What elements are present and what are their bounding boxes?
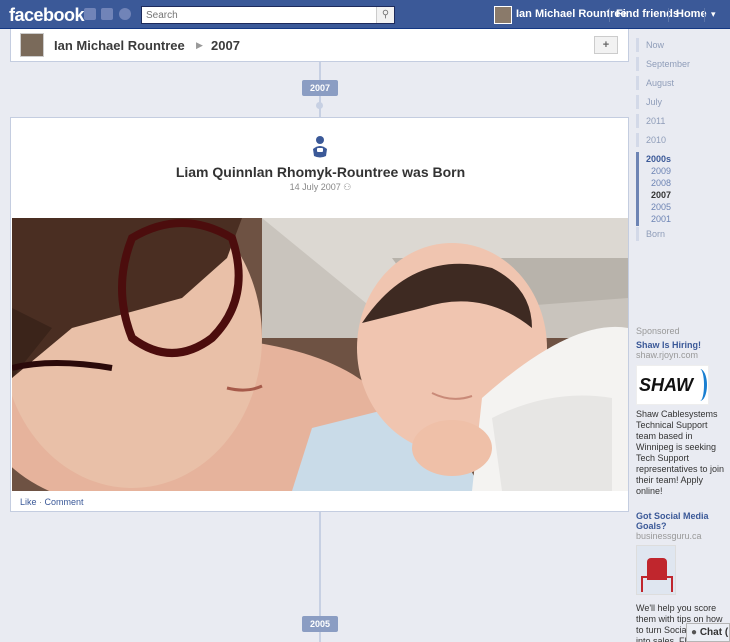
scrubber-item-2011[interactable]: 2011	[636, 114, 726, 128]
shaw-logo-text: SHAW	[639, 375, 693, 395]
sponsored-label: Sponsored	[636, 326, 680, 336]
search-input[interactable]	[142, 7, 374, 23]
breadcrumb-year: 2007	[211, 38, 240, 53]
profile-name[interactable]: Ian Michael Rountree	[54, 38, 185, 53]
event-title: Liam Quinnlan Rhomyk-Rountree was Born	[175, 164, 466, 180]
ad-image[interactable]	[636, 545, 676, 595]
notifications-icon[interactable]	[119, 8, 131, 20]
nav-divider	[704, 8, 705, 22]
breadcrumb-arrow-icon: ▶	[196, 40, 203, 50]
ad-title[interactable]: Got Social Media Goals?	[636, 511, 728, 531]
home-link[interactable]: Home	[676, 0, 707, 29]
profile-link[interactable]: Ian Michael Rountree	[516, 0, 627, 29]
nav-divider	[668, 8, 669, 22]
scrubber-item-2010[interactable]: 2010	[636, 133, 726, 147]
scrubber-item-born[interactable]: Born	[636, 227, 726, 241]
baby-icon	[313, 136, 327, 158]
scrubber-item-july[interactable]: July	[636, 95, 726, 109]
comment-link[interactable]: Comment	[45, 497, 84, 507]
chat-label: Chat (	[699, 627, 729, 638]
add-button[interactable]: +	[594, 36, 618, 54]
chat-status-icon: ●	[691, 627, 698, 638]
life-event-card: Liam Quinnlan Rhomyk-Rountree was Born 1…	[10, 117, 629, 512]
ad-title[interactable]: Shaw Is Hiring!	[636, 340, 728, 350]
search-icon[interactable]: ⚲	[376, 7, 394, 23]
photo-image	[12, 218, 628, 491]
timeline-header: Ian Michael Rountree ▶ 2007 +	[10, 29, 629, 62]
ad-body: Shaw Cablesystems Technical Support team…	[636, 409, 725, 496]
event-date-text[interactable]: 14 July 2007	[290, 182, 341, 192]
story-actions: Like · Comment	[20, 497, 84, 507]
shaw-logo[interactable]: SHAW	[636, 365, 709, 405]
shaw-logo-swoosh-icon	[693, 369, 707, 401]
chat-bar[interactable]: ● Chat (	[686, 623, 730, 642]
audience-icon[interactable]: ⚇	[343, 182, 351, 192]
top-bar: facebook ⚲ Ian Michael Rountree Find fri…	[0, 0, 730, 29]
year-marker[interactable]: 2007	[302, 80, 338, 96]
account-dropdown-icon[interactable]: ▾	[711, 0, 716, 29]
user-avatar[interactable]	[494, 6, 512, 24]
like-link[interactable]: Like	[20, 497, 37, 507]
ad-domain[interactable]: businessguru.ca	[636, 531, 728, 541]
event-date: 14 July 2007 ⚇	[11, 182, 630, 193]
scrubber-item-now[interactable]: Now	[636, 38, 726, 52]
messages-icon[interactable]	[101, 8, 113, 20]
year-marker[interactable]: 2005	[302, 616, 338, 632]
ad-domain[interactable]: shaw.rjoyn.com	[636, 350, 728, 360]
search-box: ⚲	[141, 6, 395, 24]
timeline-spine	[319, 62, 321, 80]
profile-avatar[interactable]	[20, 33, 44, 57]
event-photo[interactable]	[12, 218, 628, 491]
find-friends-link[interactable]: Find friends	[616, 0, 679, 29]
facebook-logo[interactable]: facebook	[9, 5, 85, 26]
scrubber-item-september[interactable]: September	[636, 57, 726, 71]
sponsored-ads: Sponsored Shaw Is Hiring! shaw.rjoyn.com…	[636, 326, 728, 642]
scrubber-item-2001[interactable]: 2001	[636, 212, 726, 226]
friend-requests-icon[interactable]	[84, 8, 96, 20]
nav-divider	[609, 8, 610, 22]
action-separator: ·	[36, 497, 45, 507]
hockey-net-icon	[641, 576, 673, 592]
timeline-dot	[316, 102, 323, 109]
scrubber-item-august[interactable]: August	[636, 76, 726, 90]
